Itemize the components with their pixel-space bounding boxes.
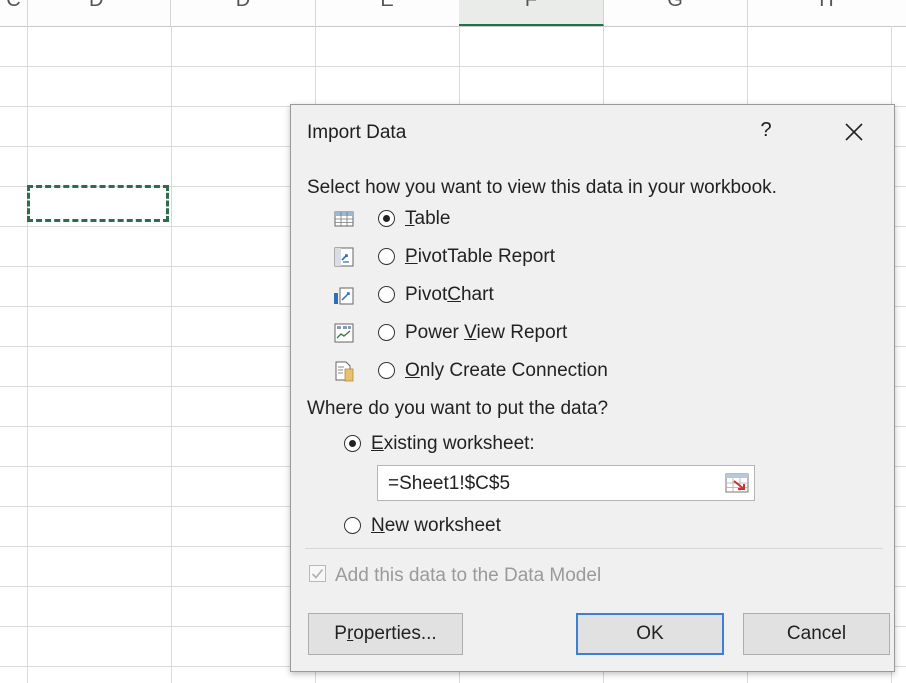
existing-worksheet-label[interactable]: Existing worksheet:	[371, 433, 535, 455]
grid-line	[171, 26, 172, 683]
radio-connection[interactable]	[378, 362, 395, 379]
close-button[interactable]	[839, 117, 869, 149]
option-pivotchart-label[interactable]: PivotChart	[405, 284, 494, 306]
data-model-checkbox	[309, 565, 326, 582]
data-model-label: Add this data to the Data Model	[335, 565, 602, 586]
ok-button[interactable]: OK	[576, 613, 724, 655]
help-button[interactable]: ?	[753, 119, 779, 142]
dialog-divider	[305, 548, 883, 549]
pivottable-icon	[334, 247, 354, 267]
grid-line	[27, 26, 28, 683]
table-icon	[334, 211, 354, 227]
grid-line	[0, 66, 906, 67]
properties-button[interactable]: Properties...	[308, 613, 463, 655]
radio-new-worksheet[interactable]	[344, 517, 361, 534]
radio-table[interactable]	[378, 210, 395, 227]
dialog-title: Import Data	[307, 122, 407, 143]
option-powerview-label[interactable]: Power View Report	[405, 322, 567, 344]
close-icon	[845, 123, 863, 141]
column-header-F[interactable]: F	[459, 0, 604, 26]
column-header-G[interactable]: G	[603, 0, 748, 26]
pivotchart-icon	[334, 287, 354, 305]
new-worksheet-label[interactable]: New worksheet	[371, 515, 501, 537]
location-reference-input[interactable]: =Sheet1!$C$5	[377, 465, 755, 501]
column-header-D[interactable]: D	[27, 0, 171, 26]
checkmark-icon	[311, 568, 324, 579]
column-header-H[interactable]: H	[747, 0, 906, 26]
column-headers: C D D E F G H	[0, 0, 906, 27]
radio-pivottable[interactable]	[378, 248, 395, 265]
cancel-button[interactable]: Cancel	[743, 613, 890, 655]
powerview-icon	[334, 323, 354, 343]
column-header-E[interactable]: E	[315, 0, 460, 26]
import-data-dialog: Import Data ? Select how you want to vie…	[290, 104, 895, 672]
location-prompt-label: Where do you want to put the data?	[307, 398, 609, 419]
radio-existing-worksheet[interactable]	[344, 435, 361, 452]
radio-powerview[interactable]	[378, 324, 395, 341]
connection-icon	[335, 361, 354, 382]
option-pivottable-label[interactable]: PivotTable Report	[405, 246, 555, 268]
range-picker-icon[interactable]	[724, 470, 750, 496]
column-header-C[interactable]: C	[0, 0, 28, 26]
view-prompt-label: Select how you want to view this data in…	[307, 177, 777, 198]
radio-pivotchart[interactable]	[378, 286, 395, 303]
location-reference-value: =Sheet1!$C$5	[388, 473, 511, 494]
copy-selection-marquee[interactable]	[27, 185, 169, 222]
option-table-label[interactable]: Table	[405, 208, 450, 230]
column-header-E-area[interactable]: D	[171, 0, 316, 26]
option-connection-label[interactable]: Only Create Connection	[405, 360, 608, 382]
